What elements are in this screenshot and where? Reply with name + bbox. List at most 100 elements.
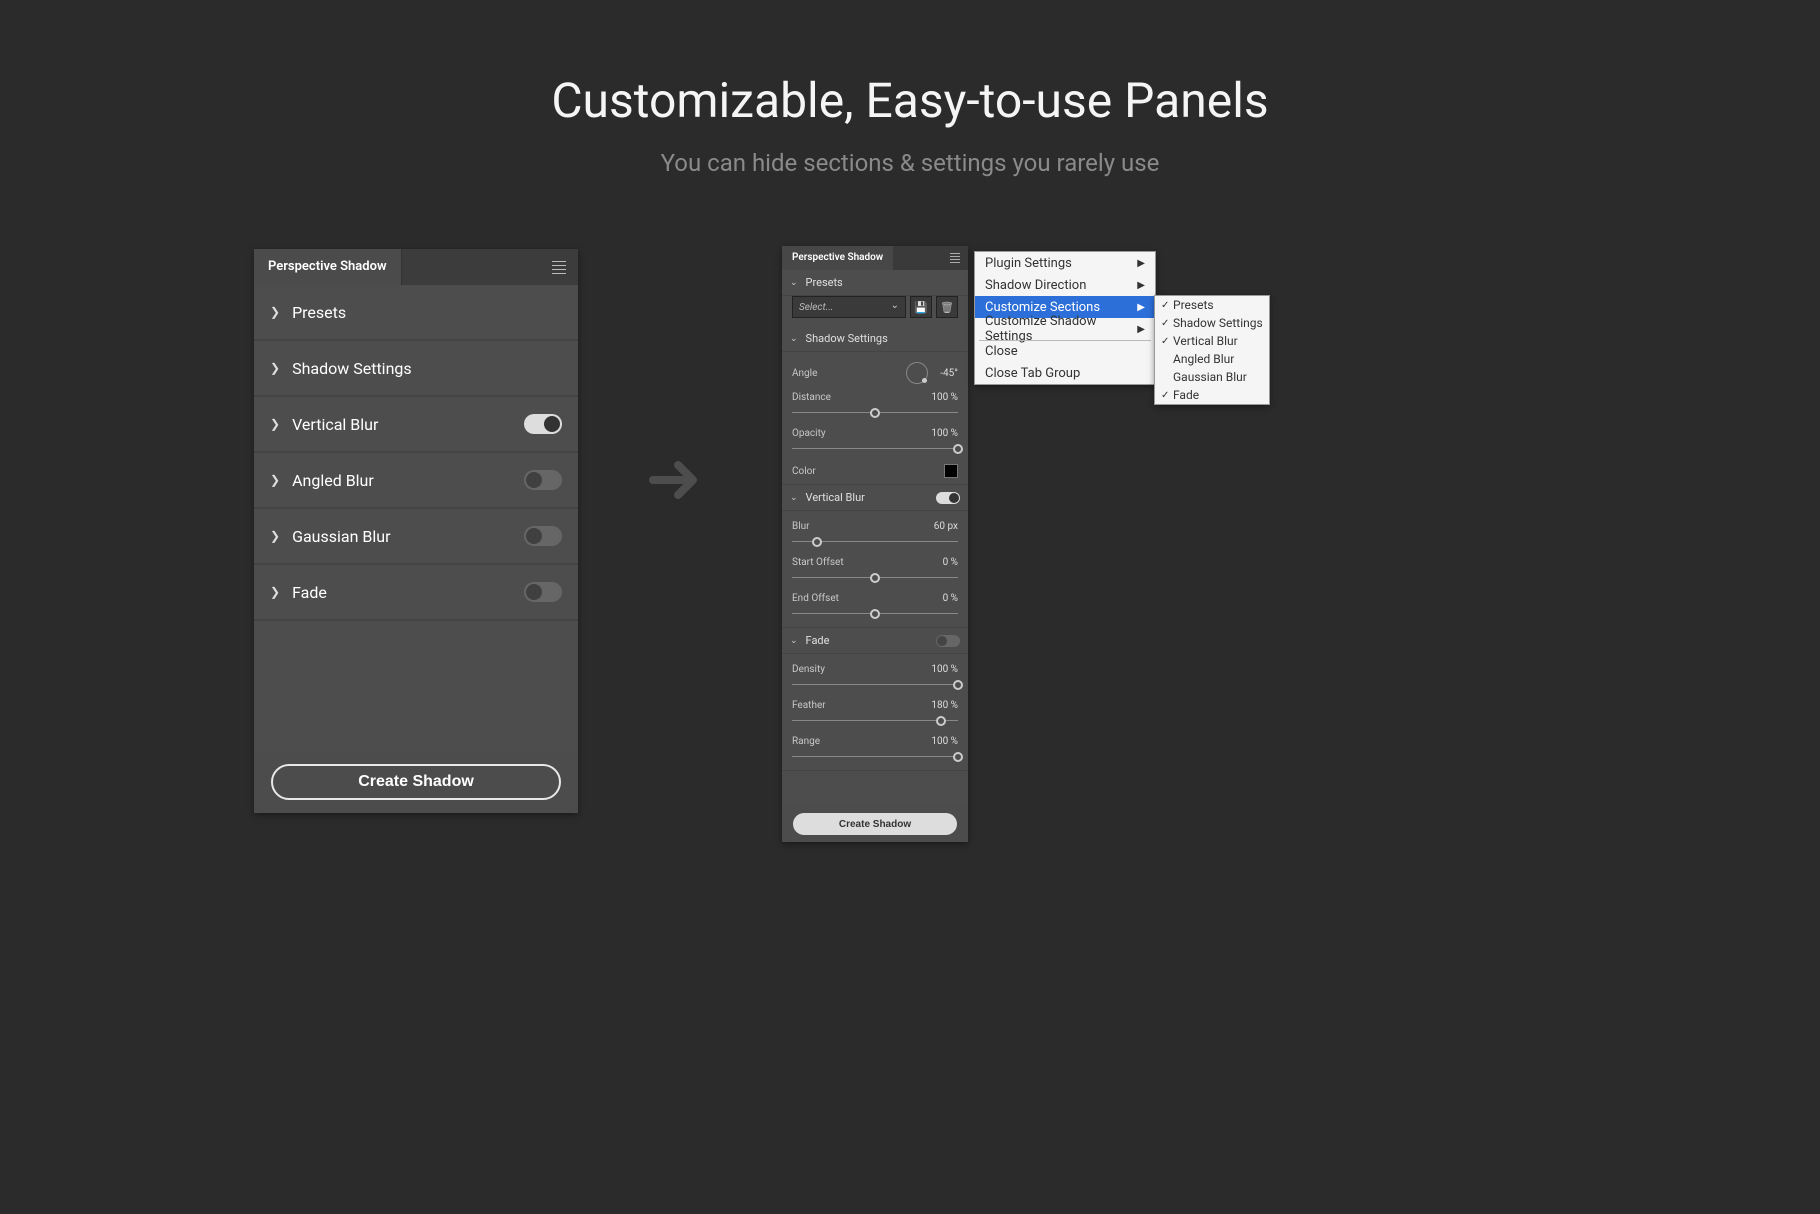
right-panel: Perspective Shadow ⌄ Presets Select... 💾… <box>782 246 968 842</box>
submenu-gaussian-blur[interactable]: Gaussian Blur <box>1155 368 1269 386</box>
range-value: 100 % <box>931 736 958 747</box>
section-fade[interactable]: ❯ Fade <box>254 565 578 621</box>
vertical-blur-content: Blur 60 px Start Offset 0 % End Offset 0… <box>782 511 968 628</box>
flyout-submenu: ✓ Presets ✓ Shadow Settings ✓ Vertical B… <box>1154 295 1270 405</box>
submenu-label: Shadow Settings <box>1173 316 1263 330</box>
submenu-vertical-blur[interactable]: ✓ Vertical Blur <box>1155 332 1269 350</box>
create-shadow-button[interactable]: Create Shadow <box>793 813 957 835</box>
hamburger-icon[interactable] <box>950 253 960 263</box>
save-preset-button[interactable]: 💾 <box>910 296 932 318</box>
toggle-fade[interactable] <box>524 582 562 602</box>
shadow-settings-content: Angle -45° Distance 100 % Opacity 100 % … <box>782 352 968 485</box>
page-title: Customizable, Easy-to-use Panels <box>0 72 1820 129</box>
menu-close-tab-group[interactable]: Close Tab Group <box>975 362 1155 384</box>
trash-icon: 🗑 <box>940 301 954 314</box>
submenu-arrow-icon: ▶ <box>1137 280 1145 291</box>
blur-label: Blur <box>792 521 934 532</box>
submenu-fade[interactable]: ✓ Fade <box>1155 386 1269 404</box>
section-head-vertical-blur[interactable]: ⌄ Vertical Blur <box>782 485 968 511</box>
fade-content: Density 100 % Feather 180 % Range 100 % <box>782 654 968 771</box>
left-panel: Perspective Shadow ❯ Presets ❯ Shadow Se… <box>254 249 578 813</box>
start-offset-slider[interactable] <box>792 571 958 585</box>
opacity-label: Opacity <box>792 428 931 439</box>
chevron-right-icon: ❯ <box>270 473 280 487</box>
toggle-fade[interactable] <box>936 635 960 647</box>
end-offset-value: 0 % <box>943 593 958 604</box>
submenu-arrow-icon: ▶ <box>1137 258 1145 269</box>
preset-select[interactable]: Select... <box>792 296 906 318</box>
section-label: Gaussian Blur <box>292 527 390 546</box>
color-swatch[interactable] <box>944 464 958 478</box>
toggle-vertical-blur[interactable] <box>524 414 562 434</box>
color-label: Color <box>792 466 944 477</box>
chevron-down-icon: ⌄ <box>790 493 798 503</box>
density-label: Density <box>792 664 931 675</box>
range-slider[interactable] <box>792 750 958 764</box>
menu-customize-shadow-settings[interactable]: Customize Shadow Settings ▶ <box>975 318 1155 340</box>
menu-label: Close Tab Group <box>985 366 1080 381</box>
opacity-value: 100 % <box>931 428 958 439</box>
left-panel-footer: Create Shadow <box>254 751 578 813</box>
section-head-presets[interactable]: ⌄ Presets <box>782 270 968 296</box>
feather-label: Feather <box>792 700 931 711</box>
chevron-down-icon: ⌄ <box>790 334 798 344</box>
section-head-fade[interactable]: ⌄ Fade <box>782 628 968 654</box>
end-offset-slider[interactable] <box>792 607 958 621</box>
distance-slider[interactable] <box>792 406 958 420</box>
blur-value: 60 px <box>934 521 958 532</box>
chevron-down-icon: ⌄ <box>790 636 798 646</box>
page-subtitle: You can hide sections & settings you rar… <box>0 149 1820 177</box>
opacity-slider[interactable] <box>792 442 958 456</box>
submenu-angled-blur[interactable]: Angled Blur <box>1155 350 1269 368</box>
section-label: Presets <box>292 303 346 322</box>
section-label: Vertical Blur <box>292 415 378 434</box>
chevron-right-icon: ❯ <box>270 361 280 375</box>
right-panel-tab[interactable]: Perspective Shadow <box>782 246 893 270</box>
submenu-label: Presets <box>1173 298 1214 312</box>
toggle-vertical-blur[interactable] <box>936 492 960 504</box>
distance-label: Distance <box>792 392 931 403</box>
feather-slider[interactable] <box>792 714 958 728</box>
section-gaussian-blur[interactable]: ❯ Gaussian Blur <box>254 509 578 565</box>
angle-dial[interactable] <box>906 362 928 384</box>
density-slider[interactable] <box>792 678 958 692</box>
right-panel-titlebar: Perspective Shadow <box>782 246 968 270</box>
menu-shadow-direction[interactable]: Shadow Direction ▶ <box>975 274 1155 296</box>
menu-label: Plugin Settings <box>985 256 1072 271</box>
start-offset-label: Start Offset <box>792 557 943 568</box>
submenu-label: Fade <box>1173 388 1199 402</box>
submenu-arrow-icon: ▶ <box>1137 302 1145 313</box>
chevron-right-icon: ❯ <box>270 417 280 431</box>
menu-close[interactable]: Close <box>975 340 1155 362</box>
section-head-shadow-settings[interactable]: ⌄ Shadow Settings <box>782 326 968 352</box>
submenu-label: Vertical Blur <box>1173 334 1238 348</box>
check-icon: ✓ <box>1161 318 1173 329</box>
left-panel-tab[interactable]: Perspective Shadow <box>254 249 402 285</box>
distance-value: 100 % <box>931 392 958 403</box>
section-vertical-blur[interactable]: ❯ Vertical Blur <box>254 397 578 453</box>
submenu-label: Gaussian Blur <box>1173 370 1247 384</box>
hamburger-icon[interactable] <box>552 261 566 274</box>
start-offset-value: 0 % <box>943 557 958 568</box>
save-icon: 💾 <box>914 301 928 314</box>
delete-preset-button[interactable]: 🗑 <box>936 296 958 318</box>
menu-label: Customize Sections <box>985 300 1100 315</box>
toggle-gaussian-blur[interactable] <box>524 526 562 546</box>
presets-row: Select... 💾 🗑 <box>782 296 968 326</box>
section-label: Shadow Settings <box>806 332 888 345</box>
blur-slider[interactable] <box>792 535 958 549</box>
submenu-presets[interactable]: ✓ Presets <box>1155 296 1269 314</box>
create-shadow-button[interactable]: Create Shadow <box>271 764 561 800</box>
section-presets[interactable]: ❯ Presets <box>254 285 578 341</box>
submenu-shadow-settings[interactable]: ✓ Shadow Settings <box>1155 314 1269 332</box>
section-shadow-settings[interactable]: ❯ Shadow Settings <box>254 341 578 397</box>
density-value: 100 % <box>931 664 958 675</box>
page-heading: Customizable, Easy-to-use Panels You can… <box>0 0 1820 177</box>
submenu-label: Angled Blur <box>1173 352 1234 366</box>
toggle-angled-blur[interactable] <box>524 470 562 490</box>
menu-plugin-settings[interactable]: Plugin Settings ▶ <box>975 252 1155 274</box>
check-icon: ✓ <box>1161 300 1173 311</box>
chevron-down-icon: ⌄ <box>790 278 798 288</box>
section-angled-blur[interactable]: ❯ Angled Blur <box>254 453 578 509</box>
check-icon: ✓ <box>1161 390 1173 401</box>
